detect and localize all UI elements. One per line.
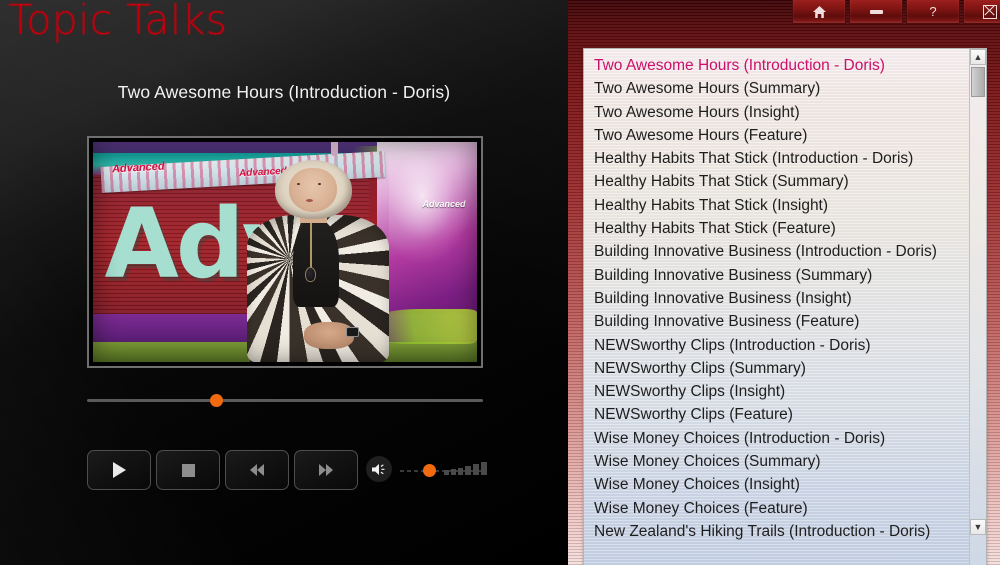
playlist-item[interactable]: Building Innovative Business (Introducti… [584, 240, 969, 263]
now-playing-title: Two Awesome Hours (Introduction - Doris) [117, 82, 451, 102]
home-button[interactable] [792, 0, 846, 24]
playlist-item[interactable]: Wise Money Choices (Insight) [584, 473, 969, 496]
playlist-item[interactable]: Building Innovative Business (Summary) [584, 264, 969, 287]
seek-bar[interactable] [87, 392, 483, 410]
playlist-item[interactable]: Healthy Habits That Stick (Summary) [584, 170, 969, 193]
fast-forward-button[interactable] [294, 450, 358, 490]
playlist-item[interactable]: Two Awesome Hours (Insight) [584, 101, 969, 124]
play-icon [112, 462, 126, 478]
playlist-item[interactable]: Wise Money Choices (Feature) [584, 497, 969, 520]
playlist-items: Two Awesome Hours (Introduction - Doris)… [584, 54, 969, 543]
playlist-item[interactable]: Wise Money Choices (Summary) [584, 450, 969, 473]
chevron-up-icon: ▲ [973, 51, 983, 62]
playlist-panel: ? Two Awesome Hours (Introduction - Dori… [568, 0, 1000, 565]
fast-forward-icon [319, 464, 333, 476]
volume-step-bar [481, 462, 487, 475]
playlist-item[interactable]: NEWSworthy Clips (Insight) [584, 380, 969, 403]
playlist-item[interactable]: Building Innovative Business (Insight) [584, 287, 969, 310]
playlist-listbox[interactable]: Two Awesome Hours (Introduction - Doris)… [583, 48, 987, 565]
help-icon: ? [929, 4, 937, 19]
volume-slider[interactable] [398, 459, 488, 479]
close-icon [983, 4, 997, 19]
home-icon [812, 5, 826, 18]
window-controls: ? [792, 0, 1000, 24]
rewind-icon [250, 464, 264, 476]
seek-track[interactable] [87, 399, 483, 402]
volume-controls [366, 456, 488, 482]
speaker-icon [371, 463, 385, 475]
scrollbar-down-button[interactable]: ▼ [970, 519, 986, 535]
mute-button[interactable] [366, 456, 392, 482]
volume-step-bar [458, 468, 463, 475]
volume-step-bar [473, 464, 479, 475]
playlist-item[interactable]: Building Innovative Business (Feature) [584, 310, 969, 333]
stop-button[interactable] [156, 450, 220, 490]
topic-talks-app: Topic Talks Two Awesome Hours (Introduct… [0, 0, 1000, 565]
video-player-frame[interactable]: Advanced Adva Advanced Advanced [87, 136, 483, 368]
rewind-button[interactable] [225, 450, 289, 490]
minimize-button[interactable] [849, 0, 903, 24]
playlist-item[interactable]: Healthy Habits That Stick (Feature) [584, 217, 969, 240]
video-vignette [93, 142, 477, 362]
close-button[interactable] [963, 0, 1000, 24]
app-title: Topic Talks [8, 0, 228, 44]
playlist-item[interactable]: Healthy Habits That Stick (Introduction … [584, 147, 969, 170]
transport-controls [87, 450, 363, 490]
playlist-item[interactable]: NEWSworthy Clips (Summary) [584, 357, 969, 380]
volume-thumb[interactable] [423, 464, 436, 477]
volume-step-bar [444, 470, 449, 475]
playlist-scrollbar[interactable]: ▲ ▼ [969, 49, 986, 565]
playlist-item[interactable]: New Zealand's Hiking Trails (Introductio… [584, 520, 969, 543]
player-panel: Topic Talks Two Awesome Hours (Introduct… [0, 0, 568, 565]
play-button[interactable] [87, 450, 151, 490]
playlist-item[interactable]: Two Awesome Hours (Introduction - Doris) [584, 54, 969, 77]
volume-step-bar [451, 469, 456, 475]
playlist-item[interactable]: NEWSworthy Clips (Feature) [584, 403, 969, 426]
chevron-down-icon: ▼ [973, 521, 983, 532]
minimize-icon [869, 9, 883, 14]
help-button[interactable]: ? [906, 0, 960, 24]
playlist-item[interactable]: Healthy Habits That Stick (Insight) [584, 194, 969, 217]
scrollbar-up-button[interactable]: ▲ [970, 49, 986, 65]
playlist-item[interactable]: Two Awesome Hours (Summary) [584, 77, 969, 100]
stop-icon [181, 463, 195, 477]
playlist-item[interactable]: Wise Money Choices (Introduction - Doris… [584, 427, 969, 450]
scrollbar-thumb[interactable] [971, 67, 985, 97]
seek-thumb[interactable] [210, 394, 223, 407]
playlist-item[interactable]: NEWSworthy Clips (Introduction - Doris) [584, 334, 969, 357]
playlist-item[interactable]: Two Awesome Hours (Feature) [584, 124, 969, 147]
video-surface[interactable]: Advanced Adva Advanced Advanced [93, 142, 477, 362]
volume-step-bar [465, 466, 471, 475]
